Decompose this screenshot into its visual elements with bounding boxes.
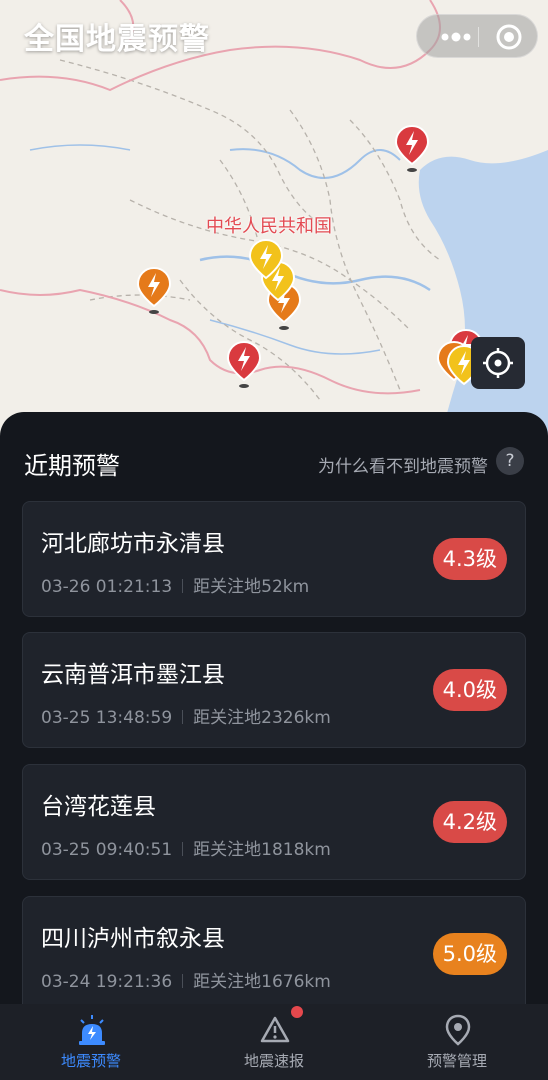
help-icon[interactable]: ? bbox=[496, 447, 524, 475]
alert-location: 河北廊坊市永清县 bbox=[41, 531, 225, 557]
quake-marker-red[interactable] bbox=[226, 340, 262, 390]
meta-divider bbox=[182, 842, 184, 856]
capsule-divider bbox=[478, 27, 479, 47]
close-miniprogram-icon[interactable] bbox=[495, 23, 523, 51]
tab-label: 地震速报 bbox=[243, 1052, 304, 1070]
crosshair-icon bbox=[483, 348, 513, 378]
meta-divider bbox=[182, 579, 184, 593]
warning-icon bbox=[260, 1016, 290, 1043]
alert-meta: 03-26 01:21:13 距关注地52km bbox=[41, 572, 309, 597]
alert-card[interactable]: 台湾花莲县 03-25 09:40:51 距关注地1818km 4.2级 bbox=[22, 764, 526, 880]
panel-title: 近期预警 bbox=[24, 452, 120, 480]
quake-marker-orange[interactable] bbox=[136, 266, 172, 316]
alert-meta: 03-25 13:48:59 距关注地2326km bbox=[41, 703, 331, 728]
map-view[interactable]: 全国地震预警 中华人民共和国 bbox=[0, 0, 548, 440]
alert-time: 03-26 01:21:13 bbox=[41, 577, 173, 597]
recent-alerts-panel: 近期预警 为什么看不到地震预警 ? 河北廊坊市永清县 03-26 01:21:1… bbox=[0, 412, 548, 1012]
map-country-label: 中华人民共和国 bbox=[206, 216, 332, 237]
bottom-tab-bar: 地震预警 地震速报 预警管理 bbox=[0, 1004, 548, 1080]
location-pin-icon bbox=[445, 1014, 471, 1046]
magnitude-badge: 4.0级 bbox=[432, 669, 507, 711]
alert-meta: 03-24 19:21:36 距关注地1676km bbox=[41, 967, 331, 992]
alert-card[interactable]: 云南普洱市墨江县 03-25 13:48:59 距关注地2326km 4.0级 bbox=[22, 632, 526, 748]
quake-marker-yellow[interactable] bbox=[248, 238, 284, 288]
alert-distance: 距关注地2326km bbox=[193, 708, 331, 728]
magnitude-badge: 4.3级 bbox=[432, 538, 507, 580]
alarm-icon bbox=[79, 1015, 105, 1045]
tab-label: 地震预警 bbox=[60, 1052, 121, 1070]
alert-card[interactable]: 河北廊坊市永清县 03-26 01:21:13 距关注地52km 4.3级 bbox=[22, 501, 526, 617]
meta-divider bbox=[182, 710, 184, 724]
alert-time: 03-25 13:48:59 bbox=[41, 708, 173, 728]
alert-time: 03-25 09:40:51 bbox=[41, 840, 173, 860]
notification-dot bbox=[291, 1006, 303, 1018]
alert-location: 云南普洱市墨江县 bbox=[41, 662, 225, 688]
why-no-alert-link[interactable]: 为什么看不到地震预警 bbox=[318, 452, 488, 477]
panel-header: 近期预警 为什么看不到地震预警 ? bbox=[24, 446, 524, 480]
tab-label: 预警管理 bbox=[426, 1052, 487, 1070]
alert-meta: 03-25 09:40:51 距关注地1818km bbox=[41, 835, 331, 860]
alert-distance: 距关注地1818km bbox=[193, 840, 331, 860]
quake-marker-red[interactable] bbox=[394, 124, 430, 174]
alert-location: 台湾花莲县 bbox=[41, 794, 156, 820]
tab-quick-report[interactable]: 地震速报 bbox=[183, 1004, 365, 1080]
tab-alert-management[interactable]: 预警管理 bbox=[366, 1004, 548, 1080]
alert-location: 四川泸州市叙永县 bbox=[41, 926, 225, 952]
alert-card[interactable]: 四川泸州市叙永县 03-24 19:21:36 距关注地1676km 5.0级 bbox=[22, 896, 526, 1012]
magnitude-badge: 4.2级 bbox=[432, 801, 507, 843]
alert-time: 03-24 19:21:36 bbox=[41, 972, 173, 992]
tab-earthquake-alert[interactable]: 地震预警 bbox=[0, 1004, 182, 1080]
meta-divider bbox=[182, 974, 184, 988]
magnitude-badge: 5.0级 bbox=[432, 933, 507, 975]
page-title: 全国地震预警 bbox=[24, 22, 210, 57]
more-icon[interactable] bbox=[435, 23, 481, 51]
miniprogram-capsule[interactable] bbox=[416, 14, 538, 58]
alert-distance: 距关注地52km bbox=[193, 577, 310, 597]
alert-distance: 距关注地1676km bbox=[193, 972, 331, 992]
locate-button[interactable] bbox=[471, 337, 525, 389]
